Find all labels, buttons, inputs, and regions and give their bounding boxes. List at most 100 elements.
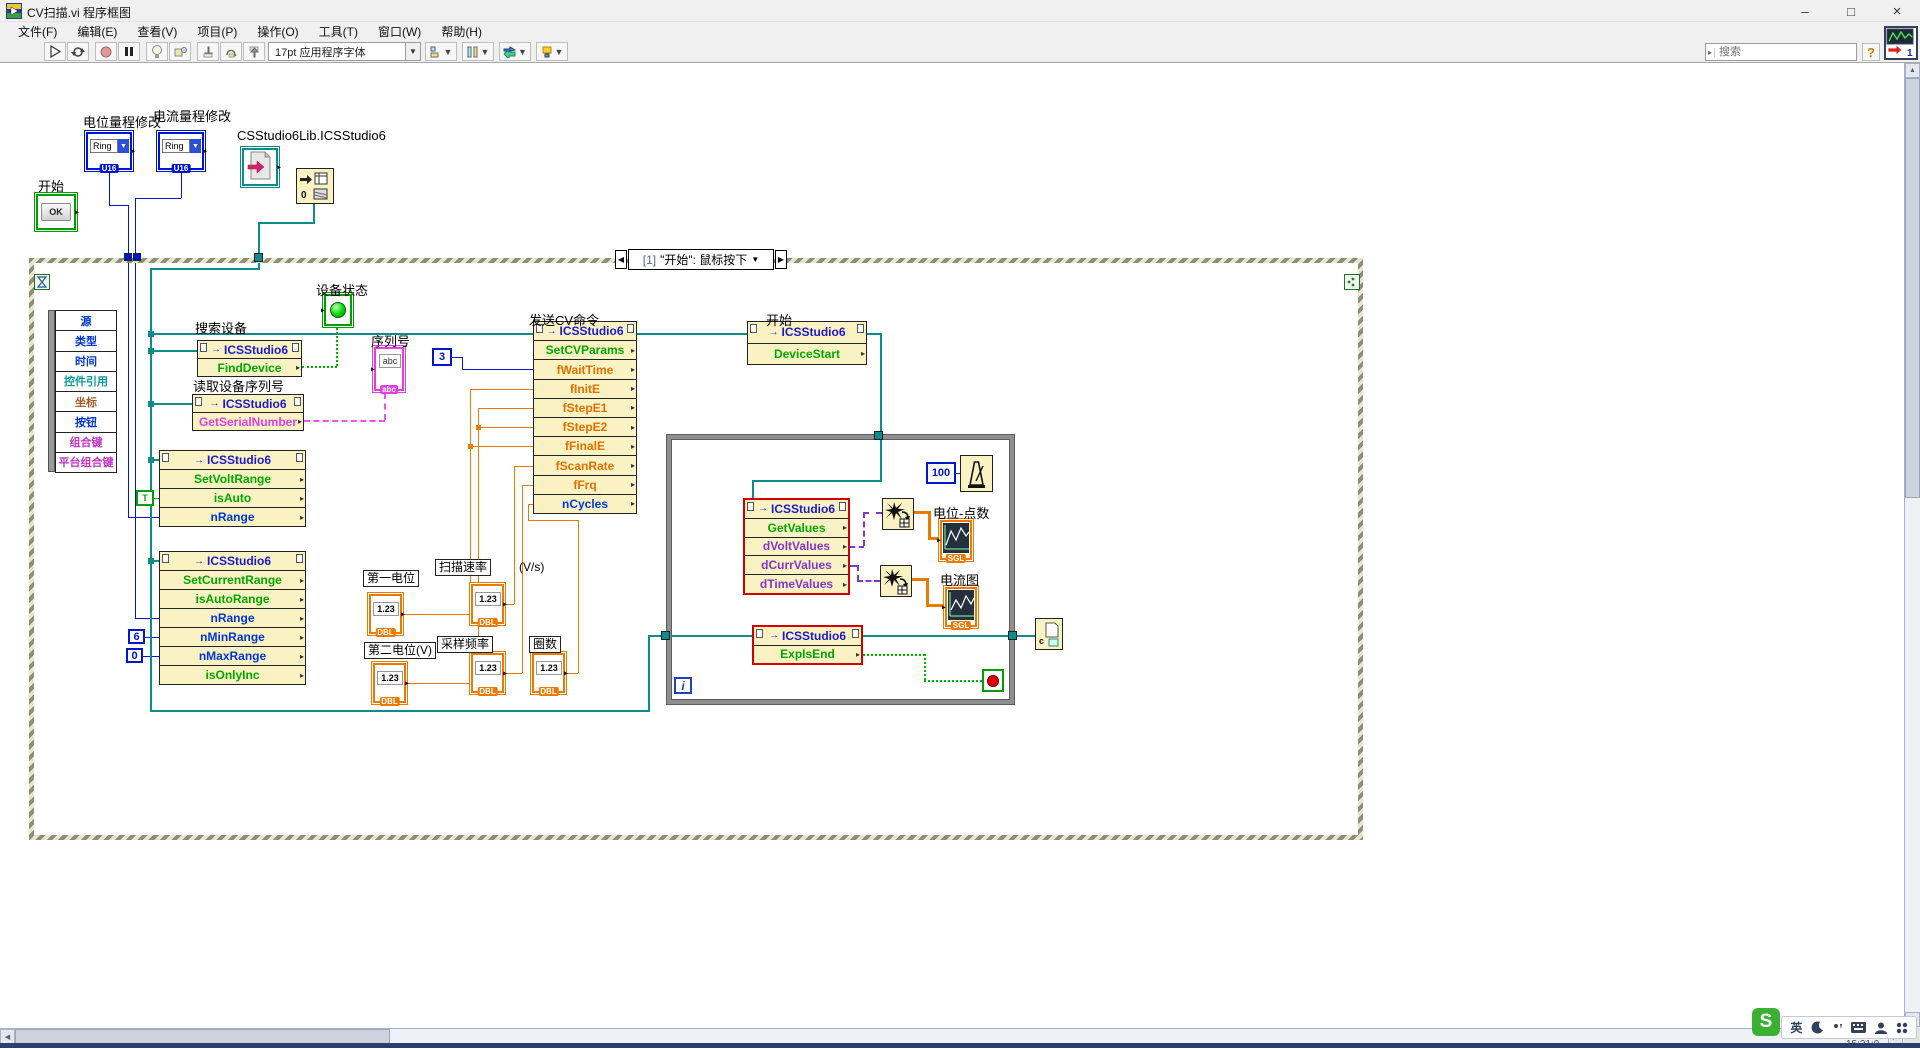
menu-operate[interactable]: 操作(O) xyxy=(247,21,308,42)
search-box[interactable]: ▸ xyxy=(1705,43,1857,61)
loop-iteration-terminal[interactable]: i xyxy=(674,677,692,694)
invoke-node-find-device[interactable]: →ICSStudio6FindDevice▸ xyxy=(197,340,302,377)
step-over-button[interactable] xyxy=(220,42,242,61)
event-dynamic-terminal[interactable] xyxy=(1344,274,1360,290)
menu-window[interactable]: 窗口(W) xyxy=(368,21,431,42)
invoke-node-set-current-range[interactable]: →ICSStudio6SetCurrentRange▸isAutoRange▸n… xyxy=(159,551,306,685)
search-expand-icon[interactable]: ▸ xyxy=(1706,48,1715,57)
user-icon[interactable] xyxy=(1875,1022,1887,1034)
toolbox-grid-icon[interactable] xyxy=(1896,1022,1908,1034)
constant-100[interactable]: 100 xyxy=(926,462,956,484)
menu-help[interactable]: 帮助(H) xyxy=(431,21,492,42)
reorder-button[interactable]: ▼ xyxy=(499,42,531,61)
invoke-node-row[interactable]: nRange▸ xyxy=(160,508,305,526)
event-timeout-terminal[interactable] xyxy=(34,274,50,290)
invoke-node-row[interactable]: isAutoRange▸ xyxy=(160,590,305,609)
invoke-node-row[interactable]: fStepE1▸ xyxy=(534,399,636,418)
invoke-node-row[interactable]: GetValues▸ xyxy=(745,519,848,538)
event-data-item[interactable]: 源 xyxy=(55,310,117,331)
invoke-node-row[interactable]: fWaitTime▸ xyxy=(534,360,636,379)
distribute-objects-button[interactable]: ▼ xyxy=(462,42,494,61)
invoke-node-row[interactable]: fScanRate▸ xyxy=(534,456,636,475)
event-data-item[interactable]: 平台组合键 xyxy=(55,452,117,473)
loop-stop-terminal[interactable] xyxy=(982,669,1004,692)
start-ok-terminal[interactable]: OK ▸ xyxy=(34,192,78,232)
graph1-terminal[interactable]: SGL ▸ xyxy=(938,518,974,562)
punctuation-icon[interactable] xyxy=(1833,1022,1843,1034)
invoke-node-set-volt-range[interactable]: →ICSStudio6SetVoltRange▸isAuto▸nRange▸ xyxy=(159,450,306,527)
cleanup-diagram-button[interactable]: ▼ xyxy=(536,42,568,61)
vscroll-thumb[interactable] xyxy=(1905,78,1920,498)
invoke-node-row[interactable]: fFrq▸ xyxy=(534,476,636,495)
serial-string-terminal[interactable]: abc abc ▸ xyxy=(372,345,406,393)
constant-3[interactable]: 3 xyxy=(432,348,452,366)
event-data-item[interactable]: 类型 xyxy=(55,330,117,351)
invoke-node-row[interactable]: nCycles▸ xyxy=(534,495,636,513)
step-into-button[interactable] xyxy=(197,42,219,61)
ime-logo[interactable]: S xyxy=(1752,1008,1780,1036)
invoke-node-row[interactable]: GetSerialNumber▸ xyxy=(193,413,303,430)
class-constant[interactable]: ▸ xyxy=(240,146,280,188)
ring2-terminal[interactable]: Ring ▼ U16 ▸ xyxy=(156,130,206,172)
run-continuous-button[interactable] xyxy=(67,42,89,61)
ring1-terminal[interactable]: Ring ▼ U16 ▸ xyxy=(84,130,134,172)
invoke-node-row[interactable]: dVoltValues▸ xyxy=(745,538,848,557)
minimize-button[interactable]: – xyxy=(1782,0,1828,22)
font-selector-dropdown-icon[interactable]: ▼ xyxy=(406,42,421,61)
invoke-node-row[interactable]: ExpIsEnd▸ xyxy=(754,646,861,664)
event-selector-dropdown-icon[interactable]: ▼ xyxy=(751,255,759,264)
second-e-terminal[interactable]: 1.23 DBL ▸ xyxy=(371,661,408,705)
pause-button[interactable] xyxy=(118,42,140,61)
keyboard-icon[interactable] xyxy=(1851,1022,1866,1033)
run-button[interactable] xyxy=(44,42,66,61)
maximize-button[interactable]: □ xyxy=(1828,0,1874,22)
event-data-item[interactable]: 时间 xyxy=(55,351,117,372)
invoke-node-row[interactable]: fInitE▸ xyxy=(534,380,636,399)
constant-true[interactable]: T xyxy=(136,490,154,506)
invoke-node-row[interactable]: SetVoltRange▸ xyxy=(160,470,305,489)
align-objects-button[interactable]: ▼ xyxy=(425,42,457,61)
invoke-node-get-values[interactable]: →ICSStudio6GetValues▸dVoltValues▸dCurrVa… xyxy=(743,498,850,595)
event-selector-label[interactable]: [1] "开始": 鼠标按下 ▼ xyxy=(628,249,774,270)
constructor-node[interactable]: 0 xyxy=(296,168,334,204)
menu-project[interactable]: 项目(P) xyxy=(187,21,247,42)
invoke-node-device-start[interactable]: →ICSStudio6DeviceStart▸ xyxy=(747,321,867,365)
menu-edit[interactable]: 编辑(E) xyxy=(67,21,127,42)
invoke-node-row[interactable]: nRange▸ xyxy=(160,609,305,628)
highlight-execution-button[interactable] xyxy=(146,42,168,61)
event-data-item[interactable]: 坐标 xyxy=(55,391,117,412)
invoke-node-get-serial-number[interactable]: →ICSStudio6GetSerialNumber▸ xyxy=(192,394,304,431)
invoke-node-exp-is-end[interactable]: →ICSStudio6ExpIsEnd▸ xyxy=(752,625,863,665)
moon-icon[interactable] xyxy=(1811,1021,1824,1034)
convert-to-dynamic-data-node[interactable] xyxy=(880,565,912,597)
invoke-node-row[interactable]: DeviceStart▸ xyxy=(748,344,866,365)
event-prev-case-icon[interactable]: ◀ xyxy=(615,250,627,269)
sample-freq-terminal[interactable]: 1.23 DBL ▸ xyxy=(469,651,506,695)
ime-toolbar[interactable]: 英 xyxy=(1781,1016,1917,1039)
scroll-left-icon[interactable]: ◀ xyxy=(0,1029,15,1044)
retain-wire-values-button[interactable] xyxy=(169,42,191,61)
search-input[interactable] xyxy=(1715,46,1861,58)
scroll-up-icon[interactable]: ▲ xyxy=(1905,63,1920,78)
abort-button[interactable] xyxy=(95,42,117,61)
invoke-node-row[interactable]: isOnlyInc▸ xyxy=(160,666,305,684)
help-button[interactable]: ? xyxy=(1862,43,1880,61)
invoke-node-row[interactable]: SetCVParams▸ xyxy=(534,341,636,360)
wait-ms-node[interactable] xyxy=(960,455,993,492)
horizontal-scrollbar[interactable]: ◀ ▶ xyxy=(0,1028,1904,1044)
event-data-item[interactable]: 按钮 xyxy=(55,411,117,432)
invoke-node-row[interactable]: SetCurrentRange▸ xyxy=(160,571,305,590)
convert-to-dynamic-data-node[interactable] xyxy=(882,498,914,530)
step-out-button[interactable] xyxy=(243,42,265,61)
menu-tools[interactable]: 工具(T) xyxy=(309,21,368,42)
invoke-node-row[interactable]: fFinalE▸ xyxy=(534,437,636,456)
font-selector[interactable]: 17pt 应用程序字体 xyxy=(268,42,406,61)
close-reference-node[interactable]: c xyxy=(1035,618,1063,650)
event-data-item[interactable]: 控件引用 xyxy=(55,371,117,392)
ime-language-toggle[interactable]: 英 xyxy=(1790,1019,1802,1036)
invoke-node-row[interactable]: FindDevice▸ xyxy=(198,359,301,376)
constant-0[interactable]: 0 xyxy=(126,648,143,663)
invoke-node-set-cv-params[interactable]: →ICSStudio6SetCVParams▸fWaitTime▸fInitE▸… xyxy=(533,321,637,514)
event-data-node[interactable]: 源类型时间控件引用坐标按钮组合键平台组合键 xyxy=(55,310,117,472)
hscroll-thumb[interactable] xyxy=(15,1029,390,1044)
